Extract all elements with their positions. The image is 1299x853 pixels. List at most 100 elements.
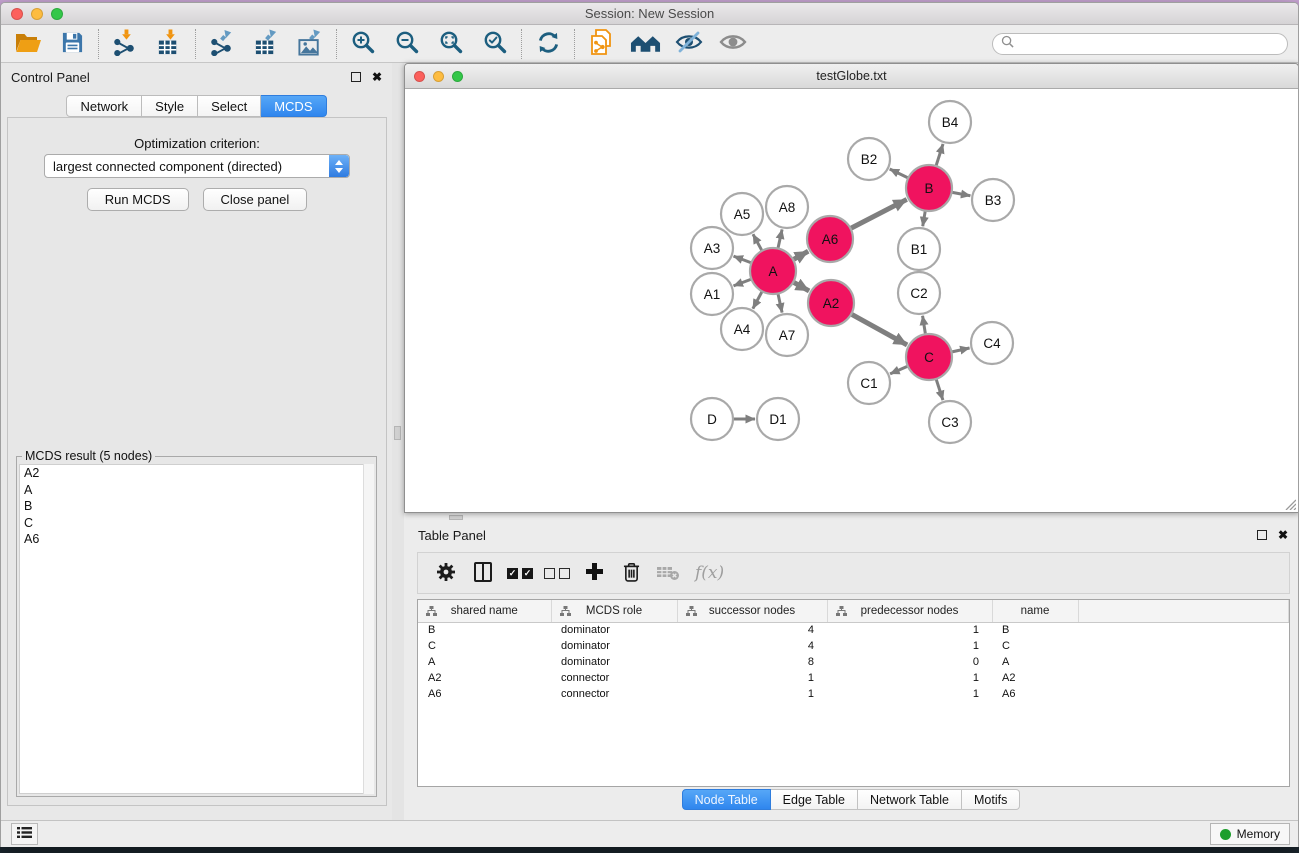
graph-node-A8[interactable]: A8 <box>766 186 808 228</box>
table-cell[interactable]: dominator <box>551 654 677 670</box>
resize-grip-icon[interactable] <box>1283 497 1296 510</box>
table-settings-button[interactable] <box>432 557 460 589</box>
result-item[interactable]: A6 <box>20 531 373 548</box>
refresh-layout-button[interactable] <box>533 28 563 60</box>
table-row[interactable]: Bdominator41B <box>418 622 1289 638</box>
graph-node-A2[interactable]: A2 <box>808 280 854 326</box>
table-cell[interactable]: 1 <box>827 670 992 686</box>
graph-node-A6[interactable]: A6 <box>807 216 853 262</box>
graph-edge-C-C3[interactable] <box>936 379 943 400</box>
graph-node-A4[interactable]: A4 <box>721 308 763 350</box>
table-cell[interactable]: connector <box>551 686 677 702</box>
float-panel-icon[interactable] <box>351 72 361 82</box>
export-network-button[interactable] <box>207 28 237 60</box>
result-item[interactable]: A <box>20 482 373 499</box>
deselect-all-button[interactable] <box>543 557 571 589</box>
criterion-dropdown[interactable]: largest connected component (directed) <box>44 154 350 178</box>
delete-table-button[interactable] <box>654 557 682 589</box>
network-window-titlebar[interactable]: testGlobe.txt <box>405 64 1298 89</box>
table-cell[interactable]: 4 <box>677 638 827 654</box>
graph-edge-A-A8[interactable] <box>778 229 782 248</box>
table-cell[interactable]: C <box>418 638 551 654</box>
graph-edge-C-C1[interactable] <box>890 366 908 374</box>
save-session-button[interactable] <box>57 28 87 60</box>
graph-edge-A-A7[interactable] <box>778 293 782 312</box>
column-header-name[interactable]: name <box>992 600 1078 622</box>
graph-node-A[interactable]: A <box>750 248 796 294</box>
show-task-history-button[interactable] <box>11 823 38 845</box>
memory-button[interactable]: Memory <box>1210 823 1290 845</box>
open-session-button[interactable] <box>13 28 43 60</box>
apply-function-button[interactable]: f(x) <box>691 563 724 583</box>
tab-mcds[interactable]: MCDS <box>261 95 326 117</box>
graph-edge-C-C2[interactable] <box>923 316 926 335</box>
network-canvas[interactable]: B4B2BB3A8A5A6A3B1AC2A1A2A4A7C4CC1C3DD1 <box>406 89 1297 511</box>
import-network-button[interactable] <box>110 28 140 60</box>
zoom-in-button[interactable] <box>348 28 378 60</box>
table-cell[interactable]: A2 <box>418 670 551 686</box>
graph-node-C[interactable]: C <box>906 334 952 380</box>
table-cell[interactable]: C <box>992 638 1078 654</box>
tab-style[interactable]: Style <box>142 95 198 117</box>
toggle-graphics-details-button[interactable] <box>674 28 704 60</box>
result-item[interactable]: C <box>20 515 373 532</box>
graph-node-C4[interactable]: C4 <box>971 322 1013 364</box>
table-cell[interactable]: connector <box>551 670 677 686</box>
graph-edge-A-A2[interactable] <box>793 282 809 291</box>
table-cell[interactable]: B <box>418 622 551 638</box>
graph-edge-B-B1[interactable] <box>923 211 926 227</box>
tab-select[interactable]: Select <box>198 95 261 117</box>
graph-edge-B-B4[interactable] <box>936 144 943 166</box>
tab-network[interactable]: Network <box>66 95 142 117</box>
table-cell[interactable]: A6 <box>418 686 551 702</box>
graph-edge-A-A1[interactable] <box>734 279 752 286</box>
table-cell[interactable]: A <box>992 654 1078 670</box>
table-row[interactable]: Adominator80A <box>418 654 1289 670</box>
graph-node-A7[interactable]: A7 <box>766 314 808 356</box>
search-input[interactable] <box>1019 37 1279 51</box>
table-cell[interactable]: 1 <box>827 686 992 702</box>
table-row[interactable]: A6connector11A6 <box>418 686 1289 702</box>
float-table-panel-icon[interactable] <box>1257 530 1267 540</box>
graph-node-C3[interactable]: C3 <box>929 401 971 443</box>
graph-node-C1[interactable]: C1 <box>848 362 890 404</box>
table-cell[interactable]: dominator <box>551 638 677 654</box>
tab-node-table[interactable]: Node Table <box>682 789 771 810</box>
graph-node-C2[interactable]: C2 <box>898 272 940 314</box>
column-header-MCDS-role[interactable]: MCDS role <box>551 600 677 622</box>
table-row[interactable]: A2connector11A2 <box>418 670 1289 686</box>
graph-node-A1[interactable]: A1 <box>691 273 733 315</box>
graph-edge-A6-B[interactable] <box>850 199 906 228</box>
graph-edge-A-A4[interactable] <box>753 291 762 308</box>
import-table-button[interactable] <box>154 28 184 60</box>
graph-node-B3[interactable]: B3 <box>972 179 1014 221</box>
scrollbar[interactable] <box>363 464 374 794</box>
tab-network-table[interactable]: Network Table <box>858 789 962 810</box>
close-table-panel-icon[interactable]: ✖ <box>1278 530 1288 540</box>
zoom-selected-button[interactable] <box>480 28 510 60</box>
graph-node-A5[interactable]: A5 <box>721 193 763 235</box>
column-header-predecessor-nodes[interactable]: predecessor nodes <box>827 600 992 622</box>
graph-edge-C-C4[interactable] <box>951 348 969 352</box>
run-mcds-button[interactable]: Run MCDS <box>87 188 189 211</box>
table-cell[interactable]: A2 <box>992 670 1078 686</box>
table-cell[interactable]: 1 <box>677 670 827 686</box>
close-panel-icon[interactable]: ✖ <box>372 72 382 82</box>
table-cell[interactable]: 1 <box>677 686 827 702</box>
delete-columns-button[interactable] <box>617 557 645 589</box>
result-item[interactable]: B <box>20 498 373 515</box>
table-cell[interactable]: B <box>992 622 1078 638</box>
network-graph[interactable]: B4B2BB3A8A5A6A3B1AC2A1A2A4A7C4CC1C3DD1 <box>406 89 1297 511</box>
graph-edge-A-A5[interactable] <box>753 234 762 251</box>
tab-edge-table[interactable]: Edge Table <box>771 789 858 810</box>
tab-motifs[interactable]: Motifs <box>962 789 1020 810</box>
table-row[interactable]: Cdominator41C <box>418 638 1289 654</box>
graph-edge-A-A3[interactable] <box>734 256 752 263</box>
table-cell[interactable]: A <box>418 654 551 670</box>
zoom-fit-button[interactable] <box>436 28 466 60</box>
column-header-successor-nodes[interactable]: successor nodes <box>677 600 827 622</box>
graph-edge-B-B3[interactable] <box>952 192 971 196</box>
table-cell[interactable]: 1 <box>827 638 992 654</box>
table-cell[interactable]: 0 <box>827 654 992 670</box>
graph-edge-A2-C[interactable] <box>851 314 907 345</box>
